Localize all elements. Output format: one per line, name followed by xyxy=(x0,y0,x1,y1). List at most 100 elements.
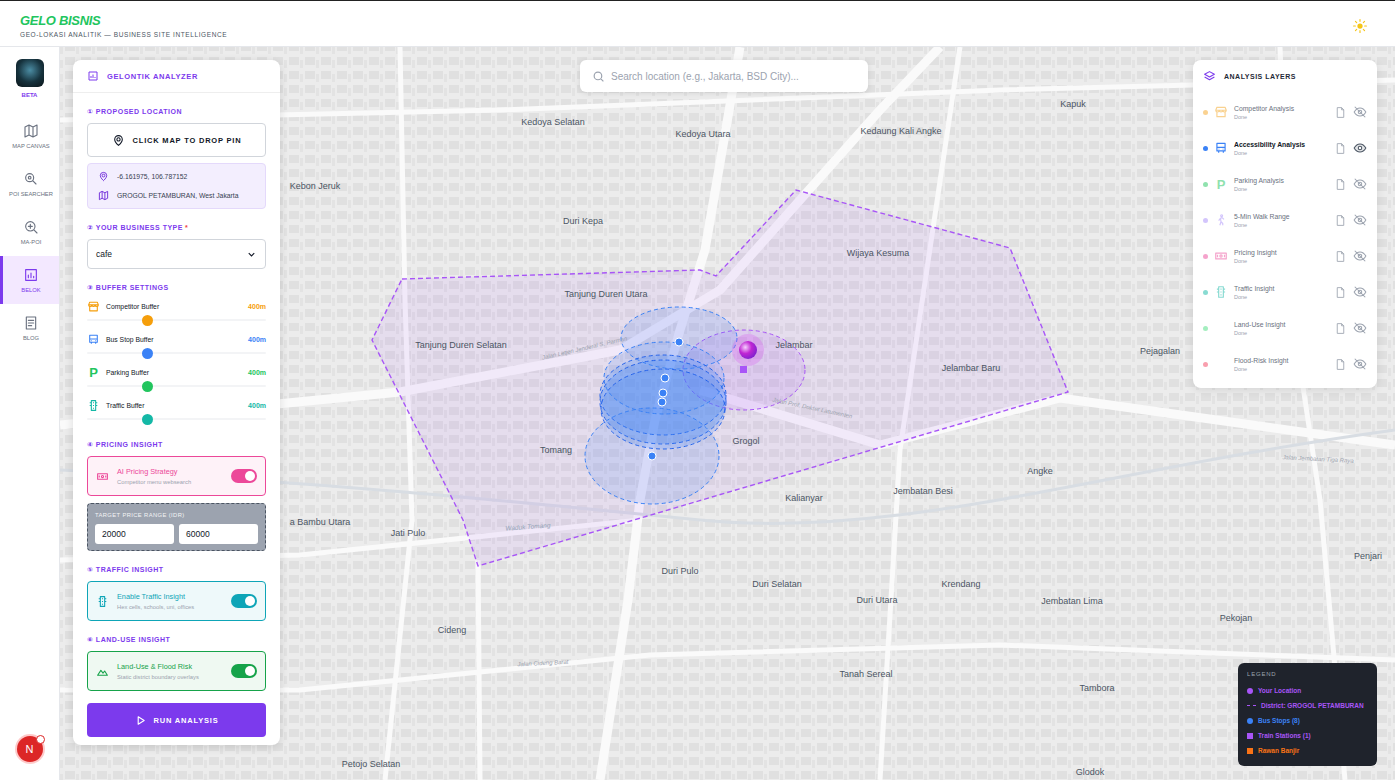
layer-status: Done xyxy=(1234,294,1328,300)
layers-icon xyxy=(1203,70,1216,83)
analyzer-panel: GELONTIK ANALYZER ① PROPOSED LOCATION CLIC… xyxy=(73,60,280,745)
train-station-marker[interactable] xyxy=(740,366,747,373)
district-boundary[interactable] xyxy=(372,190,1068,566)
layer-name: Competitor Analysis xyxy=(1234,105,1328,112)
layer-text: Flood-Risk Insight Done xyxy=(1234,357,1328,372)
eye-off-icon[interactable] xyxy=(1353,249,1367,263)
slider-knob[interactable] xyxy=(142,381,153,392)
map-label: Kedoya Selatan xyxy=(521,117,585,127)
layer-icon-slot xyxy=(1214,141,1228,155)
coords-text: -6.161975, 106.787152 xyxy=(117,173,187,180)
buffer-setting: PParking Buffer400m xyxy=(87,365,266,393)
map-label: Jembatan Lima xyxy=(1041,596,1103,606)
file-icon[interactable] xyxy=(1334,178,1347,191)
buffer-label: Competitor Buffer xyxy=(106,303,242,310)
map-label: Kapuk xyxy=(1060,99,1086,109)
top-bar: GELO BISNISGEO-LOKASI ANALITIK — BUSINES… xyxy=(0,0,1395,47)
slider-knob[interactable] xyxy=(142,414,153,425)
layer-name: Pricing Insight xyxy=(1234,249,1328,256)
map-label: Tanjung Duren Selatan xyxy=(415,340,507,350)
layer-item[interactable]: Pricing InsightDone xyxy=(1203,238,1367,274)
layer-item[interactable]: 5-Min Walk RangeDone xyxy=(1203,202,1367,238)
buffer-slider[interactable] xyxy=(87,379,266,393)
insight-icon xyxy=(96,470,109,483)
insight-toggle[interactable] xyxy=(231,594,257,608)
layer-item[interactable]: Traffic InsightDone xyxy=(1203,274,1367,310)
legend-marker xyxy=(1247,718,1253,724)
user-avatar[interactable]: N xyxy=(17,736,43,762)
eye-off-icon[interactable] xyxy=(1353,177,1367,191)
layer-item[interactable]: Flood-Risk Insight Done xyxy=(1203,346,1367,382)
rail-item[interactable]: MAP CANVAS xyxy=(0,112,59,160)
layer-status: Done xyxy=(1234,366,1328,372)
road xyxy=(60,645,1395,690)
sun-icon[interactable] xyxy=(1353,19,1367,33)
layer-item[interactable]: Competitor AnalysisDone xyxy=(1203,94,1367,130)
slider-knob[interactable] xyxy=(142,348,153,359)
layer-icon xyxy=(1214,141,1228,155)
layer-item[interactable]: Land-Use InsightDone xyxy=(1203,310,1367,346)
bus-stop-marker[interactable] xyxy=(658,398,666,406)
eye-icon[interactable] xyxy=(1353,141,1367,155)
buffer-slider[interactable] xyxy=(87,412,266,426)
section-heading: ① PROPOSED LOCATION xyxy=(87,108,266,116)
bus-stop-marker[interactable] xyxy=(675,338,683,346)
drop-pin-button[interactable]: CLICK MAP TO DROP PIN xyxy=(87,123,266,157)
map-canvas[interactable]: KapukKedoya SelatanKedoya UtaraKedaung K… xyxy=(60,47,1395,780)
insight-card: AI Pricing StrategyCompetitor menu webse… xyxy=(87,456,266,496)
map-label: Glodok xyxy=(1076,767,1105,777)
insight-toggle[interactable] xyxy=(231,664,257,678)
layer-text: Competitor AnalysisDone xyxy=(1234,105,1328,120)
rail-item[interactable]: BLOG xyxy=(0,304,59,352)
min-price-input[interactable]: 20000 xyxy=(95,524,174,544)
toggle-knob xyxy=(245,596,255,606)
file-icon[interactable] xyxy=(1334,214,1347,227)
bus-stop-marker[interactable] xyxy=(659,389,667,397)
file-icon[interactable] xyxy=(1334,322,1347,335)
rail-item[interactable]: BELOK xyxy=(0,256,59,304)
buffer-slider[interactable] xyxy=(87,313,266,327)
business-type-select[interactable]: cafe xyxy=(87,239,266,269)
layer-name: Flood-Risk Insight xyxy=(1234,357,1328,364)
map-label: Penjari xyxy=(1354,551,1382,561)
bus-stop-marker[interactable] xyxy=(648,452,656,460)
insight-toggle[interactable] xyxy=(231,469,257,483)
run-analysis-button[interactable]: RUN ANALYSIS xyxy=(87,703,266,737)
map-label: Duri Kepa xyxy=(563,216,603,226)
layer-name: Parking Analysis xyxy=(1234,177,1328,184)
slider-knob[interactable] xyxy=(142,315,153,326)
file-icon[interactable] xyxy=(1334,142,1347,155)
parking-icon: P xyxy=(1215,178,1228,191)
layer-color-dot xyxy=(1203,362,1208,367)
location-pin[interactable] xyxy=(739,341,757,359)
max-price-input[interactable]: 60000 xyxy=(179,524,258,544)
rail-item-icon xyxy=(23,123,39,139)
rail-item[interactable]: POI SEARCHER xyxy=(0,160,59,208)
eye-off-icon[interactable] xyxy=(1353,213,1367,227)
file-icon[interactable] xyxy=(1334,358,1347,371)
file-icon[interactable] xyxy=(1334,286,1347,299)
buffer-slider[interactable] xyxy=(87,346,266,360)
bus-stop-marker[interactable] xyxy=(661,374,669,382)
panel-title: GELONTIK ANALYZER xyxy=(107,72,198,81)
eye-off-icon[interactable] xyxy=(1353,321,1367,335)
rail-item[interactable]: MA-POI xyxy=(0,208,59,256)
eye-off-icon[interactable] xyxy=(1353,285,1367,299)
price-range: TARGET PRICE RANGE (IDR)2000060000 xyxy=(87,503,266,551)
file-icon[interactable] xyxy=(1334,106,1347,119)
buffer-value: 400m xyxy=(248,402,266,409)
insight-title: Enable Traffic Insight xyxy=(117,592,223,601)
layer-item[interactable]: PParking AnalysisDone xyxy=(1203,166,1367,202)
layer-text: Traffic InsightDone xyxy=(1234,285,1328,300)
app-avatar xyxy=(16,59,44,87)
eye-off-icon[interactable] xyxy=(1353,357,1367,371)
app-badge[interactable]: BETA xyxy=(16,59,44,98)
app-root: GELO BISNISGEO-LOKASI ANALITIK — BUSINES… xyxy=(0,0,1395,780)
legend-label: Rawan Banjir xyxy=(1258,747,1299,754)
brand[interactable]: GELO BISNISGEO-LOKASI ANALITIK — BUSINES… xyxy=(20,13,227,38)
location-search[interactable]: Search location (e.g., Jakarta, BSD City… xyxy=(580,60,868,92)
brand-title: GELO BISNIS xyxy=(20,13,227,28)
eye-off-icon[interactable] xyxy=(1353,105,1367,119)
layer-item[interactable]: Accessibility AnalysisDone xyxy=(1203,130,1367,166)
file-icon[interactable] xyxy=(1334,250,1347,263)
